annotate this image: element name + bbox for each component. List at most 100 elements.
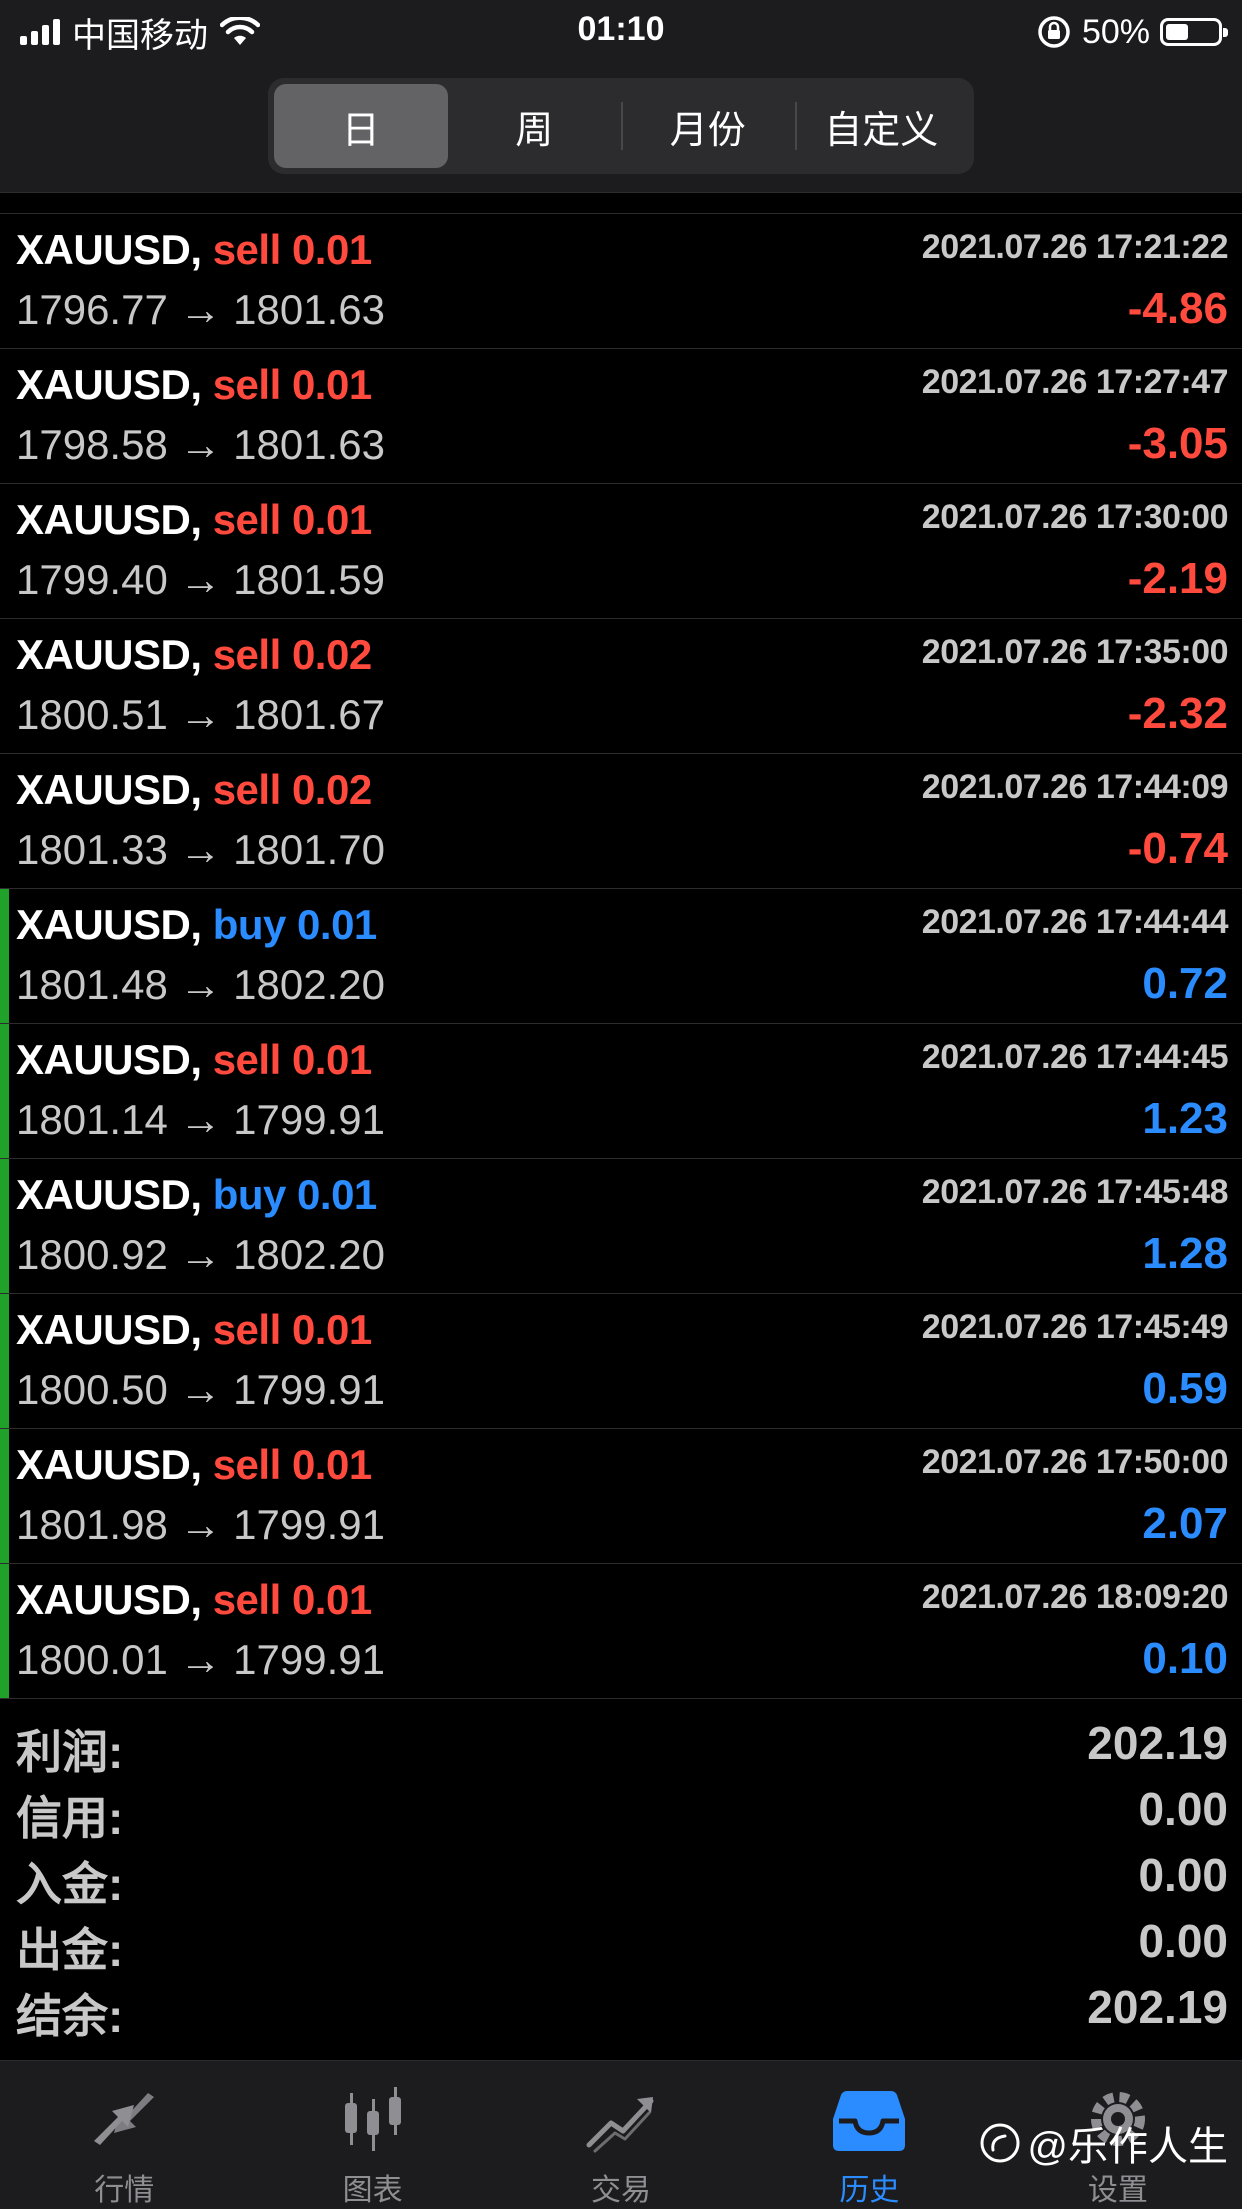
tab-history[interactable]: 历史 xyxy=(745,2061,993,2209)
deal-time: 2021.07.26 17:45:49 xyxy=(921,1308,1229,1346)
quotes-icon xyxy=(94,2093,155,2145)
deal-open-price: 1800.51 xyxy=(16,691,168,738)
deal-close-price: 1801.63 xyxy=(233,286,385,333)
deal-side: sell xyxy=(212,1441,282,1488)
header: 日 周 月份 自定义 xyxy=(0,64,1242,193)
deal-title: XAUUSD, buy 0.01 xyxy=(16,901,377,949)
deal-time: 2021.07.26 17:44:45 xyxy=(921,1038,1229,1076)
deal-profit: -2.32 xyxy=(1127,689,1228,738)
deal-side: sell xyxy=(212,1036,282,1083)
summary-label: 利润: xyxy=(16,1726,124,1778)
deal-prices: 1801.98 → 1799.91 xyxy=(16,1501,385,1549)
deal-symbol: XAUUSD, xyxy=(16,496,202,543)
segment-week[interactable]: 周 xyxy=(448,84,622,168)
deal-volume: 0.01 xyxy=(291,1306,372,1353)
deal-row[interactable]: XAUUSD, sell 0.01 1800.01 → 1799.91 2021.0… xyxy=(0,1564,1242,1699)
deal-close-price: 1799.91 xyxy=(233,1096,385,1143)
deal-profit: -0.74 xyxy=(1127,824,1228,873)
deal-close-price: 1801.70 xyxy=(233,826,385,873)
summary-value: 0.00 xyxy=(1138,1915,1228,1967)
deal-time: 2021.07.26 17:44:44 xyxy=(921,903,1229,941)
segment-month[interactable]: 月份 xyxy=(621,84,795,168)
deal-volume: 0.01 xyxy=(297,1171,377,1218)
deal-volume: 0.01 xyxy=(291,361,372,408)
deal-row[interactable]: XAUUSD, sell 0.01 1798.58 → 1801.63 2021.0… xyxy=(0,349,1242,484)
deal-symbol: XAUUSD, xyxy=(16,1306,202,1353)
deal-prices: 1800.92 → 1802.20 xyxy=(16,1231,385,1279)
arrow-right-icon: → xyxy=(167,1231,234,1278)
deal-profit: -3.05 xyxy=(1127,419,1228,468)
summary-value: 202.19 xyxy=(1087,1981,1228,2033)
deal-side: sell xyxy=(212,766,282,813)
deal-volume: 0.01 xyxy=(291,226,372,273)
deal-prices: 1801.14 → 1799.91 xyxy=(16,1096,385,1144)
segment-day[interactable]: 日 xyxy=(274,84,448,168)
arrow-right-icon: → xyxy=(167,1501,234,1548)
deal-row[interactable]: XAUUSD, sell 0.01 1801.14 → 1799.91 2021.0… xyxy=(0,1024,1242,1159)
segment-custom[interactable]: 自定义 xyxy=(794,84,969,168)
deal-close-price: 1799.91 xyxy=(233,1366,385,1413)
deal-row[interactable]: XAUUSD, sell 0.01 1800.50 → 1799.91 2021.0… xyxy=(0,1294,1242,1429)
tab-quotes[interactable]: 行情 xyxy=(0,2061,248,2209)
deal-title: XAUUSD, buy 0.01 xyxy=(16,1171,377,1219)
deal-volume: 0.01 xyxy=(297,901,377,948)
summary-value: 202.19 xyxy=(1087,1717,1228,1769)
deal-row[interactable]: XAUUSD, sell 0.01 1801.98 → 1799.91 2021.0… xyxy=(0,1429,1242,1564)
battery-percent: 50% xyxy=(1081,12,1150,51)
deal-row[interactable]: XAUUSD, sell 0.02 1801.33 → 1801.70 2021.0… xyxy=(0,754,1242,889)
deal-open-price: 1800.50 xyxy=(16,1366,168,1413)
deal-side: sell xyxy=(212,1306,282,1353)
deal-open-price: 1801.98 xyxy=(16,1501,168,1548)
deal-time: 2021.07.26 17:27:47 xyxy=(921,363,1229,401)
deal-symbol: XAUUSD, xyxy=(16,361,202,408)
deal-open-price: 1800.01 xyxy=(16,1636,168,1683)
tab-label: 交易 xyxy=(591,2174,652,2207)
deal-symbol: XAUUSD, xyxy=(16,1171,202,1218)
deal-prices: 1799.40 → 1801.59 xyxy=(16,556,385,604)
deal-close-price: 1802.20 xyxy=(233,1231,385,1278)
deal-volume: 0.02 xyxy=(291,631,372,678)
deal-volume: 0.02 xyxy=(291,766,372,813)
deal-profit: 0.72 xyxy=(1142,959,1228,1008)
summary-profit: 利润: 202.19 xyxy=(0,1710,1242,1778)
deal-profit: 1.23 xyxy=(1142,1094,1228,1143)
summary-label: 入金: xyxy=(16,1858,124,1910)
deal-volume: 0.01 xyxy=(291,1036,372,1083)
list-item-partial xyxy=(0,192,1242,214)
deal-row[interactable]: XAUUSD, buy 0.01 1801.48 → 1802.20 2021.07… xyxy=(0,889,1242,1024)
deal-prices: 1796.77 → 1801.63 xyxy=(16,286,385,334)
deal-volume: 0.01 xyxy=(291,1441,372,1488)
deal-row[interactable]: XAUUSD, sell 0.01 1796.77 → 1801.63 2021.0… xyxy=(0,214,1242,349)
arrow-right-icon: → xyxy=(167,1636,234,1683)
deal-profit: 1.28 xyxy=(1142,1229,1228,1278)
deal-title: XAUUSD, sell 0.01 xyxy=(16,1036,372,1084)
tab-chart[interactable]: 图表 xyxy=(248,2061,496,2209)
arrow-right-icon: → xyxy=(167,1366,234,1413)
summary-label: 出金: xyxy=(16,1924,124,1976)
deal-volume: 0.01 xyxy=(291,496,372,543)
tab-label: 历史 xyxy=(839,2174,900,2207)
deal-time: 2021.07.26 17:50:00 xyxy=(921,1443,1229,1481)
arrow-right-icon: → xyxy=(167,286,234,333)
deal-side: sell xyxy=(212,496,282,543)
deal-side: sell xyxy=(212,631,282,678)
deal-title: XAUUSD, sell 0.02 xyxy=(16,631,372,679)
summary-label: 结余: xyxy=(16,1990,124,2042)
deal-prices: 1800.01 → 1799.91 xyxy=(16,1636,385,1684)
arrow-right-icon: → xyxy=(167,961,234,1008)
deal-time: 2021.07.26 17:21:22 xyxy=(921,228,1229,266)
deal-close-price: 1802.20 xyxy=(233,961,385,1008)
arrow-right-icon: → xyxy=(167,1096,234,1143)
deal-title: XAUUSD, sell 0.01 xyxy=(16,1441,372,1489)
deal-open-price: 1800.92 xyxy=(16,1231,168,1278)
deal-row[interactable]: XAUUSD, sell 0.01 1799.40 → 1801.59 2021.0… xyxy=(0,484,1242,619)
deal-row[interactable]: XAUUSD, buy 0.01 1800.92 → 1802.20 2021.07… xyxy=(0,1159,1242,1294)
deal-profit: -4.86 xyxy=(1127,284,1228,333)
summary-deposit: 入金: 0.00 xyxy=(0,1842,1242,1910)
deal-title: XAUUSD, sell 0.01 xyxy=(16,1306,372,1354)
tab-trade[interactable]: 交易 xyxy=(497,2061,745,2209)
summary-credit: 信用: 0.00 xyxy=(0,1776,1242,1844)
deal-close-price: 1799.91 xyxy=(233,1501,385,1548)
deal-row[interactable]: XAUUSD, sell 0.02 1800.51 → 1801.67 2021.0… xyxy=(0,619,1242,754)
deal-history-list[interactable]: XAUUSD, sell 0.01 1796.77 → 1801.63 2021.0… xyxy=(0,192,1242,1700)
